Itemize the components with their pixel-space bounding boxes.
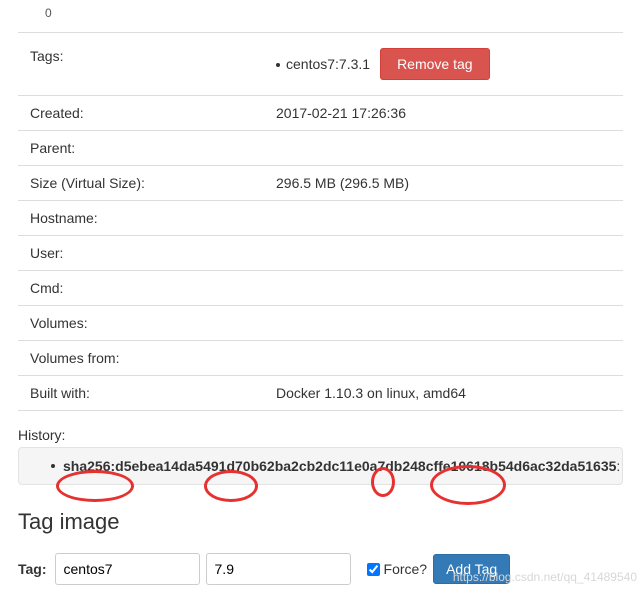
created-row: Created: 2017-02-21 17:26:36: [18, 96, 623, 131]
volumes-from-row: Volumes from:: [18, 341, 623, 376]
prop-label: Built with:: [30, 385, 276, 401]
watermark: https://blog.csdn.net/qq_41489540: [453, 570, 637, 584]
force-label: Force?: [384, 561, 428, 577]
history-created-label: : Created:: [616, 458, 623, 474]
properties-table: Tags: centos7:7.3.1 Remove tag Created: …: [18, 32, 623, 411]
history-section: History: sha256:d5ebea14da5491d70b62ba2c…: [18, 427, 623, 485]
history-box: sha256:d5ebea14da5491d70b62ba2cb2dc11e0a…: [18, 447, 623, 485]
parent-row: Parent:: [18, 131, 623, 166]
tag-repo-input[interactable]: [55, 553, 200, 585]
tags-row: Tags: centos7:7.3.1 Remove tag: [18, 33, 623, 96]
prop-label: Created:: [30, 105, 276, 121]
prop-label: Volumes from:: [30, 350, 276, 366]
prop-label: Size (Virtual Size):: [30, 175, 276, 191]
force-checkbox[interactable]: [367, 563, 380, 576]
history-item: sha256:d5ebea14da5491d70b62ba2cb2dc11e0a…: [31, 458, 610, 474]
tag-version-input[interactable]: [206, 553, 351, 585]
prop-label: Volumes:: [30, 315, 276, 331]
tags-value: centos7:7.3.1 Remove tag: [276, 48, 611, 80]
built-with-row: Built with: Docker 1.10.3 on linux, amd6…: [18, 376, 623, 411]
prop-label: Parent:: [30, 140, 276, 156]
remove-tag-button[interactable]: Remove tag: [380, 48, 489, 80]
history-sha: sha256:d5ebea14da5491d70b62ba2cb2dc11e0a…: [63, 458, 616, 474]
prop-value: 2017-02-21 17:26:36: [276, 105, 611, 121]
tag-text: centos7:7.3.1: [286, 56, 370, 72]
hostname-row: Hostname:: [18, 201, 623, 236]
prop-label: Cmd:: [30, 280, 276, 296]
user-row: User:: [18, 236, 623, 271]
tags-label: Tags:: [30, 48, 276, 64]
history-label: History:: [18, 427, 623, 443]
prop-label: User:: [30, 245, 276, 261]
tag-form-label: Tag:: [18, 561, 47, 577]
prop-value: Docker 1.10.3 on linux, amd64: [276, 385, 611, 401]
size-row: Size (Virtual Size): 296.5 MB (296.5 MB): [18, 166, 623, 201]
page-number: 0: [0, 0, 641, 32]
volumes-row: Volumes:: [18, 306, 623, 341]
prop-label: Hostname:: [30, 210, 276, 226]
tag-image-heading: Tag image: [18, 503, 623, 535]
prop-value: 296.5 MB (296.5 MB): [276, 175, 611, 191]
cmd-row: Cmd:: [18, 271, 623, 306]
